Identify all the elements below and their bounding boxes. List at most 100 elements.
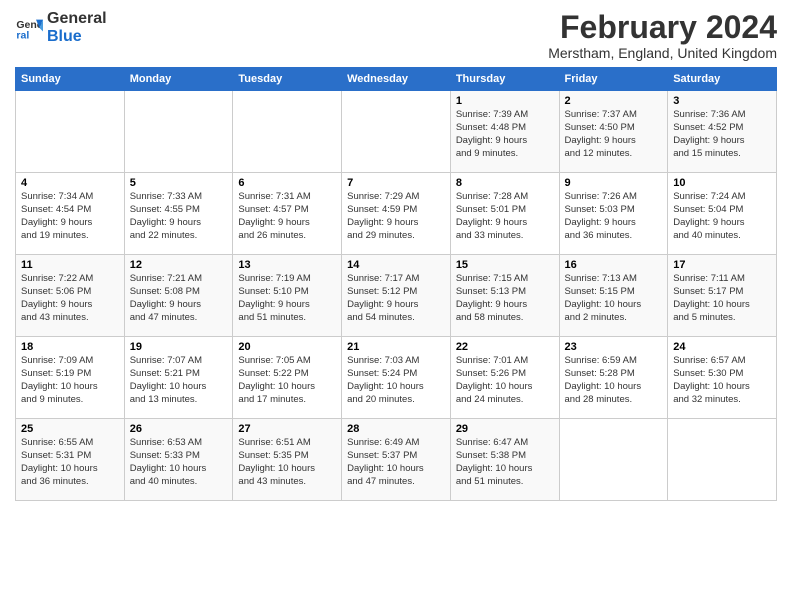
- day-number: 10: [673, 177, 771, 189]
- day-info: Sunrise: 7:15 AM Sunset: 5:13 PM Dayligh…: [456, 273, 554, 324]
- day-number: 4: [21, 177, 119, 189]
- day-number: 1: [456, 95, 554, 107]
- day-info: Sunrise: 6:53 AM Sunset: 5:33 PM Dayligh…: [130, 437, 228, 488]
- day-info: Sunrise: 7:17 AM Sunset: 5:12 PM Dayligh…: [347, 273, 445, 324]
- calendar-week-5: 25 Sunrise: 6:55 AM Sunset: 5:31 PM Dayli…: [16, 419, 777, 501]
- day-info: Sunrise: 6:49 AM Sunset: 5:37 PM Dayligh…: [347, 437, 445, 488]
- day-info: Sunrise: 7:31 AM Sunset: 4:57 PM Dayligh…: [238, 191, 336, 242]
- calendar-cell: [342, 91, 451, 173]
- calendar-cell: 5 Sunrise: 7:33 AM Sunset: 4:55 PM Daylig…: [124, 173, 233, 255]
- day-number: 25: [21, 423, 119, 435]
- day-number: 5: [130, 177, 228, 189]
- day-number: 16: [565, 259, 663, 271]
- day-info: Sunrise: 6:55 AM Sunset: 5:31 PM Dayligh…: [21, 437, 119, 488]
- header: Gene ral General Blue February 2024 Mers…: [15, 10, 777, 61]
- calendar-cell: 11 Sunrise: 7:22 AM Sunset: 5:06 PM Dayli…: [16, 255, 125, 337]
- day-info: Sunrise: 6:47 AM Sunset: 5:38 PM Dayligh…: [456, 437, 554, 488]
- day-number: 13: [238, 259, 336, 271]
- day-info: Sunrise: 7:11 AM Sunset: 5:17 PM Dayligh…: [673, 273, 771, 324]
- day-info: Sunrise: 7:22 AM Sunset: 5:06 PM Dayligh…: [21, 273, 119, 324]
- calendar-cell: 2 Sunrise: 7:37 AM Sunset: 4:50 PM Daylig…: [559, 91, 668, 173]
- day-info: Sunrise: 7:01 AM Sunset: 5:26 PM Dayligh…: [456, 355, 554, 406]
- day-info: Sunrise: 7:34 AM Sunset: 4:54 PM Dayligh…: [21, 191, 119, 242]
- day-number: 9: [565, 177, 663, 189]
- calendar-cell: [668, 419, 777, 501]
- day-info: Sunrise: 7:05 AM Sunset: 5:22 PM Dayligh…: [238, 355, 336, 406]
- calendar-cell: 9Sunrise: 7:26 AM Sunset: 5:03 PM Daylig…: [559, 173, 668, 255]
- calendar-header-row: Sunday Monday Tuesday Wednesday Thursday…: [16, 68, 777, 91]
- day-info: Sunrise: 6:51 AM Sunset: 5:35 PM Dayligh…: [238, 437, 336, 488]
- calendar-cell: 28 Sunrise: 6:49 AM Sunset: 5:37 PM Dayli…: [342, 419, 451, 501]
- day-info: Sunrise: 7:28 AM Sunset: 5:01 PM Dayligh…: [456, 191, 554, 242]
- day-info: Sunrise: 7:36 AM Sunset: 4:52 PM Dayligh…: [673, 109, 771, 160]
- title-block: February 2024 Merstham, England, United …: [548, 10, 777, 61]
- day-number: 14: [347, 259, 445, 271]
- calendar-cell: 18Sunrise: 7:09 AM Sunset: 5:19 PM Dayli…: [16, 337, 125, 419]
- calendar-table: Sunday Monday Tuesday Wednesday Thursday…: [15, 67, 777, 501]
- calendar-cell: 20 Sunrise: 7:05 AM Sunset: 5:22 PM Dayli…: [233, 337, 342, 419]
- day-number: 19: [130, 341, 228, 353]
- logo-icon: Gene ral: [15, 14, 43, 42]
- page-container: Gene ral General Blue February 2024 Mers…: [0, 0, 792, 506]
- header-friday: Friday: [559, 68, 668, 91]
- calendar-week-2: 4 Sunrise: 7:34 AM Sunset: 4:54 PM Daylig…: [16, 173, 777, 255]
- day-number: 24: [673, 341, 771, 353]
- day-number: 18: [21, 341, 119, 353]
- calendar-cell: 25 Sunrise: 6:55 AM Sunset: 5:31 PM Dayli…: [16, 419, 125, 501]
- calendar-cell: [16, 91, 125, 173]
- day-number: 28: [347, 423, 445, 435]
- calendar-cell: 23 Sunrise: 6:59 AM Sunset: 5:28 PM Dayli…: [559, 337, 668, 419]
- day-number: 11: [21, 259, 119, 271]
- calendar-cell: 27 Sunrise: 6:51 AM Sunset: 5:35 PM Dayli…: [233, 419, 342, 501]
- day-info: Sunrise: 6:57 AM Sunset: 5:30 PM Dayligh…: [673, 355, 771, 406]
- day-info: Sunrise: 7:21 AM Sunset: 5:08 PM Dayligh…: [130, 273, 228, 324]
- day-number: 2: [565, 95, 663, 107]
- header-monday: Monday: [124, 68, 233, 91]
- header-sunday: Sunday: [16, 68, 125, 91]
- day-number: 27: [238, 423, 336, 435]
- calendar-cell: 10 Sunrise: 7:24 AM Sunset: 5:04 PM Dayli…: [668, 173, 777, 255]
- logo: Gene ral General Blue: [15, 10, 107, 45]
- day-number: 23: [565, 341, 663, 353]
- calendar-cell: [124, 91, 233, 173]
- calendar-title: February 2024: [548, 10, 777, 45]
- header-thursday: Thursday: [450, 68, 559, 91]
- calendar-cell: 1Sunrise: 7:39 AM Sunset: 4:48 PM Daylig…: [450, 91, 559, 173]
- calendar-cell: 6Sunrise: 7:31 AM Sunset: 4:57 PM Daylig…: [233, 173, 342, 255]
- calendar-subtitle: Merstham, England, United Kingdom: [548, 45, 777, 61]
- header-saturday: Saturday: [668, 68, 777, 91]
- day-info: Sunrise: 7:13 AM Sunset: 5:15 PM Dayligh…: [565, 273, 663, 324]
- calendar-cell: 3 Sunrise: 7:36 AM Sunset: 4:52 PM Daylig…: [668, 91, 777, 173]
- day-number: 20: [238, 341, 336, 353]
- day-number: 17: [673, 259, 771, 271]
- calendar-cell: 14 Sunrise: 7:17 AM Sunset: 5:12 PM Dayli…: [342, 255, 451, 337]
- calendar-cell: 16 Sunrise: 7:13 AM Sunset: 5:15 PM Dayli…: [559, 255, 668, 337]
- day-number: 22: [456, 341, 554, 353]
- day-number: 15: [456, 259, 554, 271]
- calendar-cell: 15 Sunrise: 7:15 AM Sunset: 5:13 PM Dayli…: [450, 255, 559, 337]
- calendar-cell: 21Sunrise: 7:03 AM Sunset: 5:24 PM Dayli…: [342, 337, 451, 419]
- calendar-cell: 7 Sunrise: 7:29 AM Sunset: 4:59 PM Daylig…: [342, 173, 451, 255]
- calendar-week-1: 1Sunrise: 7:39 AM Sunset: 4:48 PM Daylig…: [16, 91, 777, 173]
- calendar-week-4: 18Sunrise: 7:09 AM Sunset: 5:19 PM Dayli…: [16, 337, 777, 419]
- logo-line1: General: [47, 10, 107, 28]
- calendar-cell: 29Sunrise: 6:47 AM Sunset: 5:38 PM Dayli…: [450, 419, 559, 501]
- calendar-cell: 24 Sunrise: 6:57 AM Sunset: 5:30 PM Dayli…: [668, 337, 777, 419]
- day-info: Sunrise: 7:07 AM Sunset: 5:21 PM Dayligh…: [130, 355, 228, 406]
- day-info: Sunrise: 7:29 AM Sunset: 4:59 PM Dayligh…: [347, 191, 445, 242]
- day-info: Sunrise: 7:37 AM Sunset: 4:50 PM Dayligh…: [565, 109, 663, 160]
- header-tuesday: Tuesday: [233, 68, 342, 91]
- day-number: 8: [456, 177, 554, 189]
- day-number: 7: [347, 177, 445, 189]
- calendar-cell: 26Sunrise: 6:53 AM Sunset: 5:33 PM Dayli…: [124, 419, 233, 501]
- calendar-cell: 17 Sunrise: 7:11 AM Sunset: 5:17 PM Dayli…: [668, 255, 777, 337]
- day-info: Sunrise: 6:59 AM Sunset: 5:28 PM Dayligh…: [565, 355, 663, 406]
- day-info: Sunrise: 7:24 AM Sunset: 5:04 PM Dayligh…: [673, 191, 771, 242]
- header-wednesday: Wednesday: [342, 68, 451, 91]
- calendar-cell: [559, 419, 668, 501]
- day-info: Sunrise: 7:33 AM Sunset: 4:55 PM Dayligh…: [130, 191, 228, 242]
- day-info: Sunrise: 7:03 AM Sunset: 5:24 PM Dayligh…: [347, 355, 445, 406]
- calendar-week-3: 11 Sunrise: 7:22 AM Sunset: 5:06 PM Dayli…: [16, 255, 777, 337]
- day-number: 3: [673, 95, 771, 107]
- calendar-cell: 12Sunrise: 7:21 AM Sunset: 5:08 PM Dayli…: [124, 255, 233, 337]
